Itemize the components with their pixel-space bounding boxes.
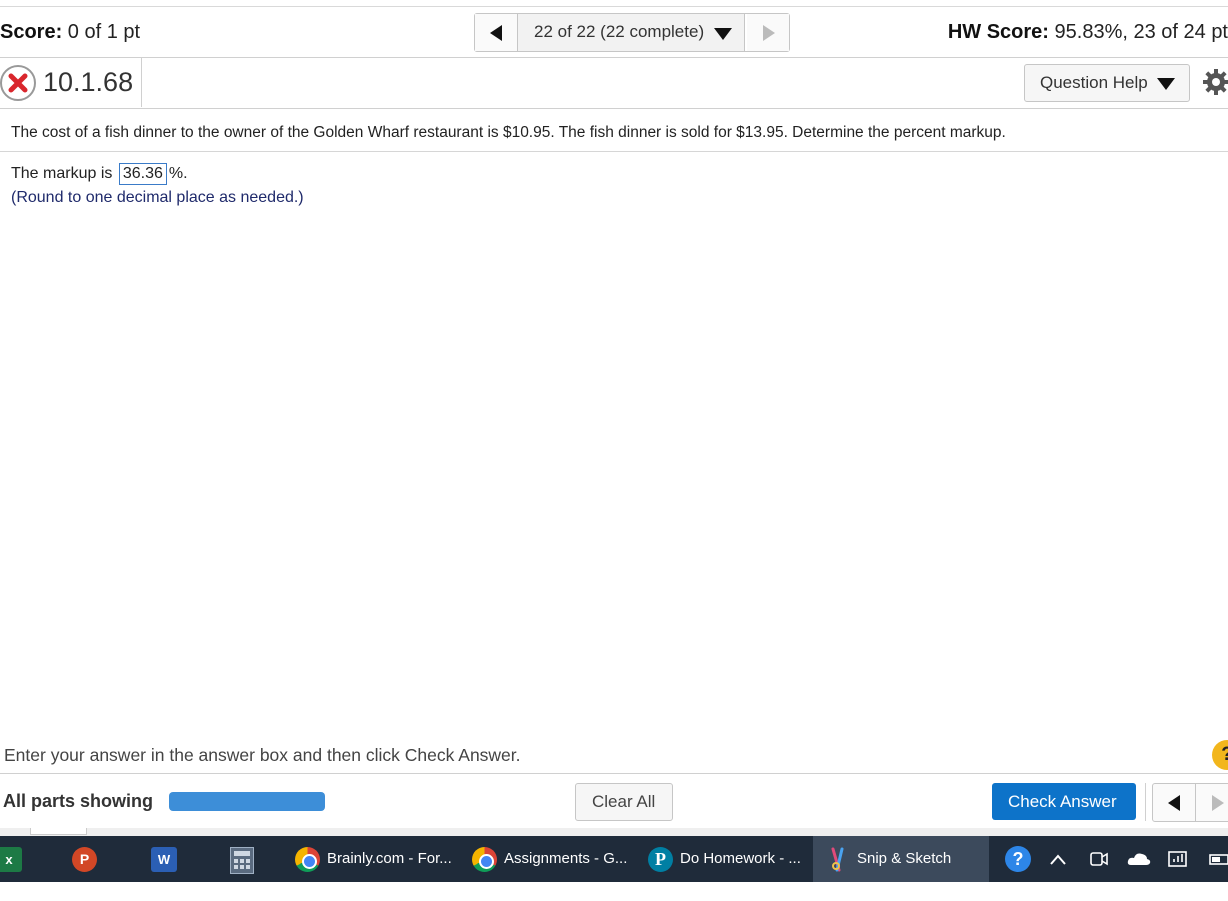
taskbar-chrome-brainly[interactable]: Brainly.com - For... <box>285 836 457 882</box>
question-score: Score: 0 of 1 pt <box>0 21 140 44</box>
footer-previous-button[interactable] <box>1153 784 1196 821</box>
onedrive-cloud-icon[interactable] <box>1126 836 1154 882</box>
taskbar-word[interactable]: W <box>140 836 190 882</box>
previous-question-button[interactable] <box>475 14 518 51</box>
taskbar-excel[interactable]: x <box>0 836 30 882</box>
clear-all-label: Clear All <box>592 792 656 811</box>
answer-suffix: %. <box>168 165 188 182</box>
footer-pager <box>1152 783 1228 822</box>
question-bar-divider <box>141 58 142 107</box>
hw-score-label: HW Score: <box>947 21 1049 43</box>
answer-prefix: The markup is <box>11 165 113 182</box>
pager-label: 22 of 22 (22 complete) <box>534 22 705 41</box>
answer-line: The markup is 36.36%. <box>11 163 188 185</box>
taskbar-app-label: Brainly.com - For... <box>327 850 452 867</box>
windows-taskbar: x P W Brainly.com - For... Assignments -… <box>0 836 1228 882</box>
strip-tab[interactable] <box>30 828 87 835</box>
taskbar-snip-sketch[interactable]: Snip & Sketch <box>813 836 989 882</box>
question-bar: 10.1.68 Question Help <box>0 58 1228 109</box>
powerpoint-icon: P <box>72 847 97 872</box>
score-value: 0 of 1 pt <box>62 21 141 43</box>
snip-sketch-icon <box>827 847 852 872</box>
question-pager: 22 of 22 (22 complete) <box>474 13 790 52</box>
check-answer-button[interactable]: Check Answer <box>992 783 1136 820</box>
taskbar-powerpoint[interactable]: P <box>60 836 110 882</box>
arrow-left-icon <box>490 25 502 41</box>
arrow-left-icon <box>1168 795 1180 811</box>
answer-footer: All parts showing Clear All Check Answer <box>0 773 1228 829</box>
parts-showing-label: All parts showing <box>3 791 154 811</box>
chrome-icon <box>472 847 497 872</box>
calculator-icon <box>230 847 254 874</box>
rounding-note: (Round to one decimal place as needed.) <box>11 189 304 206</box>
score-label: Score: <box>0 21 63 43</box>
hw-score-value: 95.83%, 23 of 24 pts <box>1048 21 1228 43</box>
taskbar-calculator[interactable] <box>218 836 268 882</box>
score-header: Score: 0 of 1 pt 22 of 22 (22 complete) … <box>0 7 1228 58</box>
battery-icon[interactable] <box>1208 836 1228 882</box>
clear-all-button[interactable]: Clear All <box>575 783 673 821</box>
chevron-down-icon <box>714 28 732 40</box>
question-select-dropdown[interactable]: 22 of 22 (22 complete) <box>518 14 745 51</box>
footer-divider <box>1145 783 1146 821</box>
hw-score: HW Score: 95.83%, 23 of 24 pts <box>948 21 1228 44</box>
network-icon[interactable] <box>1166 836 1192 882</box>
taskbar-app-label: Do Homework - ... <box>680 850 801 867</box>
instruction-text: Enter your answer in the answer box and … <box>4 745 521 765</box>
chevron-down-icon <box>1157 78 1175 90</box>
camera-icon[interactable] <box>1088 836 1112 882</box>
chrome-icon <box>295 847 320 872</box>
parts-progress-bar <box>169 792 325 811</box>
question-divider <box>0 151 1228 152</box>
check-answer-label: Check Answer <box>1008 792 1117 811</box>
word-icon: W <box>151 847 177 872</box>
chevron-up-icon[interactable] <box>1048 836 1070 882</box>
taskbar-app-label: Snip & Sketch <box>857 850 952 867</box>
bottom-strip <box>0 828 1228 836</box>
help-tray-icon[interactable]: ? <box>1005 836 1035 882</box>
answer-input[interactable]: 36.36 <box>118 163 167 185</box>
arrow-right-icon <box>763 25 775 41</box>
excel-icon: x <box>0 847 22 872</box>
taskbar-chrome-assignments[interactable]: Assignments - G... <box>462 836 634 882</box>
next-question-button[interactable] <box>747 14 789 51</box>
taskbar-app-label: Assignments - G... <box>504 850 628 867</box>
help-question-icon[interactable]: ? <box>1212 740 1228 770</box>
incorrect-x-icon <box>0 65 36 101</box>
arrow-right-icon <box>1212 795 1224 811</box>
footer-next-button[interactable] <box>1196 784 1228 821</box>
gear-icon[interactable] <box>1202 68 1228 96</box>
question-text: The cost of a fish dinner to the owner o… <box>11 124 1006 141</box>
pearson-icon: P <box>648 847 673 872</box>
question-number: 10.1.68 <box>43 67 134 97</box>
question-help-label: Question Help <box>1040 73 1148 92</box>
question-help-button[interactable]: Question Help <box>1024 64 1190 102</box>
taskbar-pearson[interactable]: P Do Homework - ... <box>638 836 810 882</box>
